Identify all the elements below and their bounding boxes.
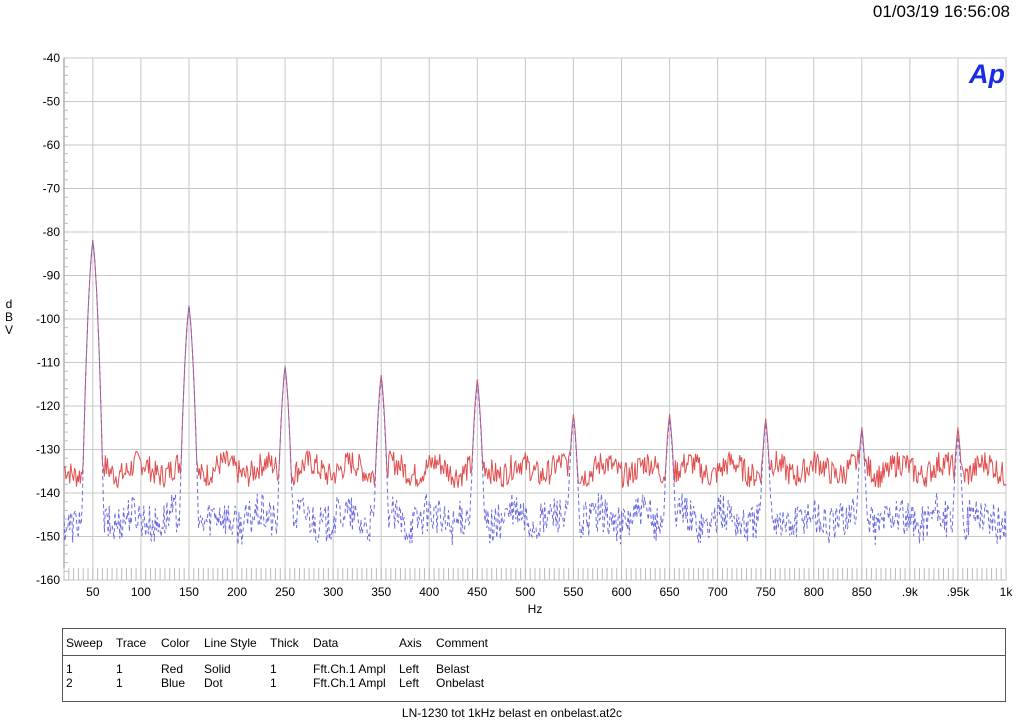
series-peak-point: [957, 427, 959, 429]
y-tick-label: -40: [43, 51, 61, 65]
x-tick-label: 250: [275, 585, 295, 599]
series-peak-point: [476, 383, 478, 385]
x-tick-label: 750: [756, 585, 776, 599]
legend-header-axis: Axis: [399, 636, 422, 650]
y-tick-label: -130: [36, 443, 60, 457]
x-tick-label: 450: [467, 585, 487, 599]
series-peak-point: [765, 422, 767, 424]
legend-cell: Red: [161, 662, 184, 676]
legend-cell: Fft.Ch.1 Ampl: [313, 662, 386, 676]
legend-header-sweep: Sweep: [66, 636, 103, 650]
legend-cell: Left: [399, 662, 420, 676]
x-tick-label: 550: [563, 585, 583, 599]
fft-chart: -40 -50 -60 -70 -80 -90 -100 -110 -120 -130 -140 -1…: [36, 51, 1014, 616]
ap-logo: Ap: [968, 59, 1004, 88]
y-tick-label: -90: [43, 269, 61, 283]
x-tick-label: 100: [131, 585, 151, 599]
y-tick-label: -150: [36, 530, 60, 544]
y-tick-label: -140: [36, 486, 60, 500]
legend-cell: Dot: [204, 676, 223, 690]
legend-header-line-style: Line Style: [204, 636, 257, 650]
x-tick-label: 500: [515, 585, 535, 599]
y-tick-label: -160: [36, 573, 60, 587]
x-tick-label: 200: [227, 585, 247, 599]
x-tick-label: 600: [611, 585, 631, 599]
x-tick-label: 400: [419, 585, 439, 599]
x-tick-label: 1k: [1000, 585, 1014, 599]
x-tick-label: 650: [660, 585, 680, 599]
svg-text:Ap: Ap: [968, 59, 1004, 88]
y-tick-label: -80: [43, 225, 61, 239]
x-tick-label: 150: [179, 585, 199, 599]
y-tick-label: -50: [43, 95, 61, 109]
x-tick-label: 350: [371, 585, 391, 599]
y-tick-label: -60: [43, 138, 61, 152]
x-tick-label: 300: [323, 585, 343, 599]
series-line-belast: [63, 240, 1007, 489]
legend-cell: 1: [270, 662, 277, 676]
series-peak-point: [669, 414, 671, 416]
series-peak-point: [188, 305, 190, 307]
series-peak-point: [669, 418, 671, 420]
legend-cell: Onbelast: [436, 676, 485, 690]
legend-cell: 1: [116, 676, 123, 690]
series-peak-point: [380, 379, 382, 381]
x-tick-label: 700: [708, 585, 728, 599]
y-axis-label: dBV: [4, 297, 13, 337]
legend-cell: 1: [66, 662, 73, 676]
legend-cell: 2: [66, 676, 73, 690]
y-tick-label: -110: [37, 356, 60, 370]
series-peak-point: [284, 366, 286, 368]
legend-cell: Left: [399, 676, 420, 690]
y-tick-label: -120: [36, 399, 60, 413]
legend-cell: 1: [270, 676, 277, 690]
legend-header-data: Data: [313, 636, 339, 650]
y-tick-label: -100: [36, 312, 60, 326]
legend-header-color: Color: [161, 636, 190, 650]
y-tick-label: -70: [43, 182, 61, 196]
legend-cell: 1: [116, 662, 123, 676]
legend-header-thick: Thick: [270, 636, 299, 650]
x-tick-label: 800: [804, 585, 824, 599]
legend-header-comment: Comment: [436, 636, 489, 650]
x-axis-label: Hz: [528, 602, 543, 616]
legend-header-trace: Trace: [116, 636, 147, 650]
legend-header-row: Sweep Trace Color Line Style Thick Data …: [63, 629, 1005, 656]
series-line-onbelast: [63, 240, 1007, 545]
series-peak-point: [572, 414, 575, 416]
legend-cell: Solid: [204, 662, 231, 676]
footer-title: LN-1230 tot 1kHz belast en onbelast.at2c: [401, 706, 623, 720]
series-peak-point: [92, 240, 94, 242]
legend-cell: Belast: [436, 662, 470, 676]
legend-cell: Fft.Ch.1 Ampl: [313, 676, 386, 690]
x-tick-label: .9k: [902, 585, 919, 599]
series-peak-point: [765, 418, 767, 420]
legend-cell: Blue: [161, 676, 186, 690]
series-peak-point: [476, 379, 478, 381]
series-peak-point: [957, 435, 959, 437]
x-tick-label: .95k: [947, 585, 971, 599]
x-tick-label: 850: [852, 585, 872, 599]
series-peak-point: [861, 427, 863, 429]
legend-table: Sweep Trace Color Line Style Thick Data …: [62, 628, 1006, 702]
x-tick-label: 50: [86, 585, 100, 599]
series-peak-point: [380, 374, 382, 377]
series-peak-point: [861, 431, 863, 433]
series-peak-point: [572, 418, 575, 420]
